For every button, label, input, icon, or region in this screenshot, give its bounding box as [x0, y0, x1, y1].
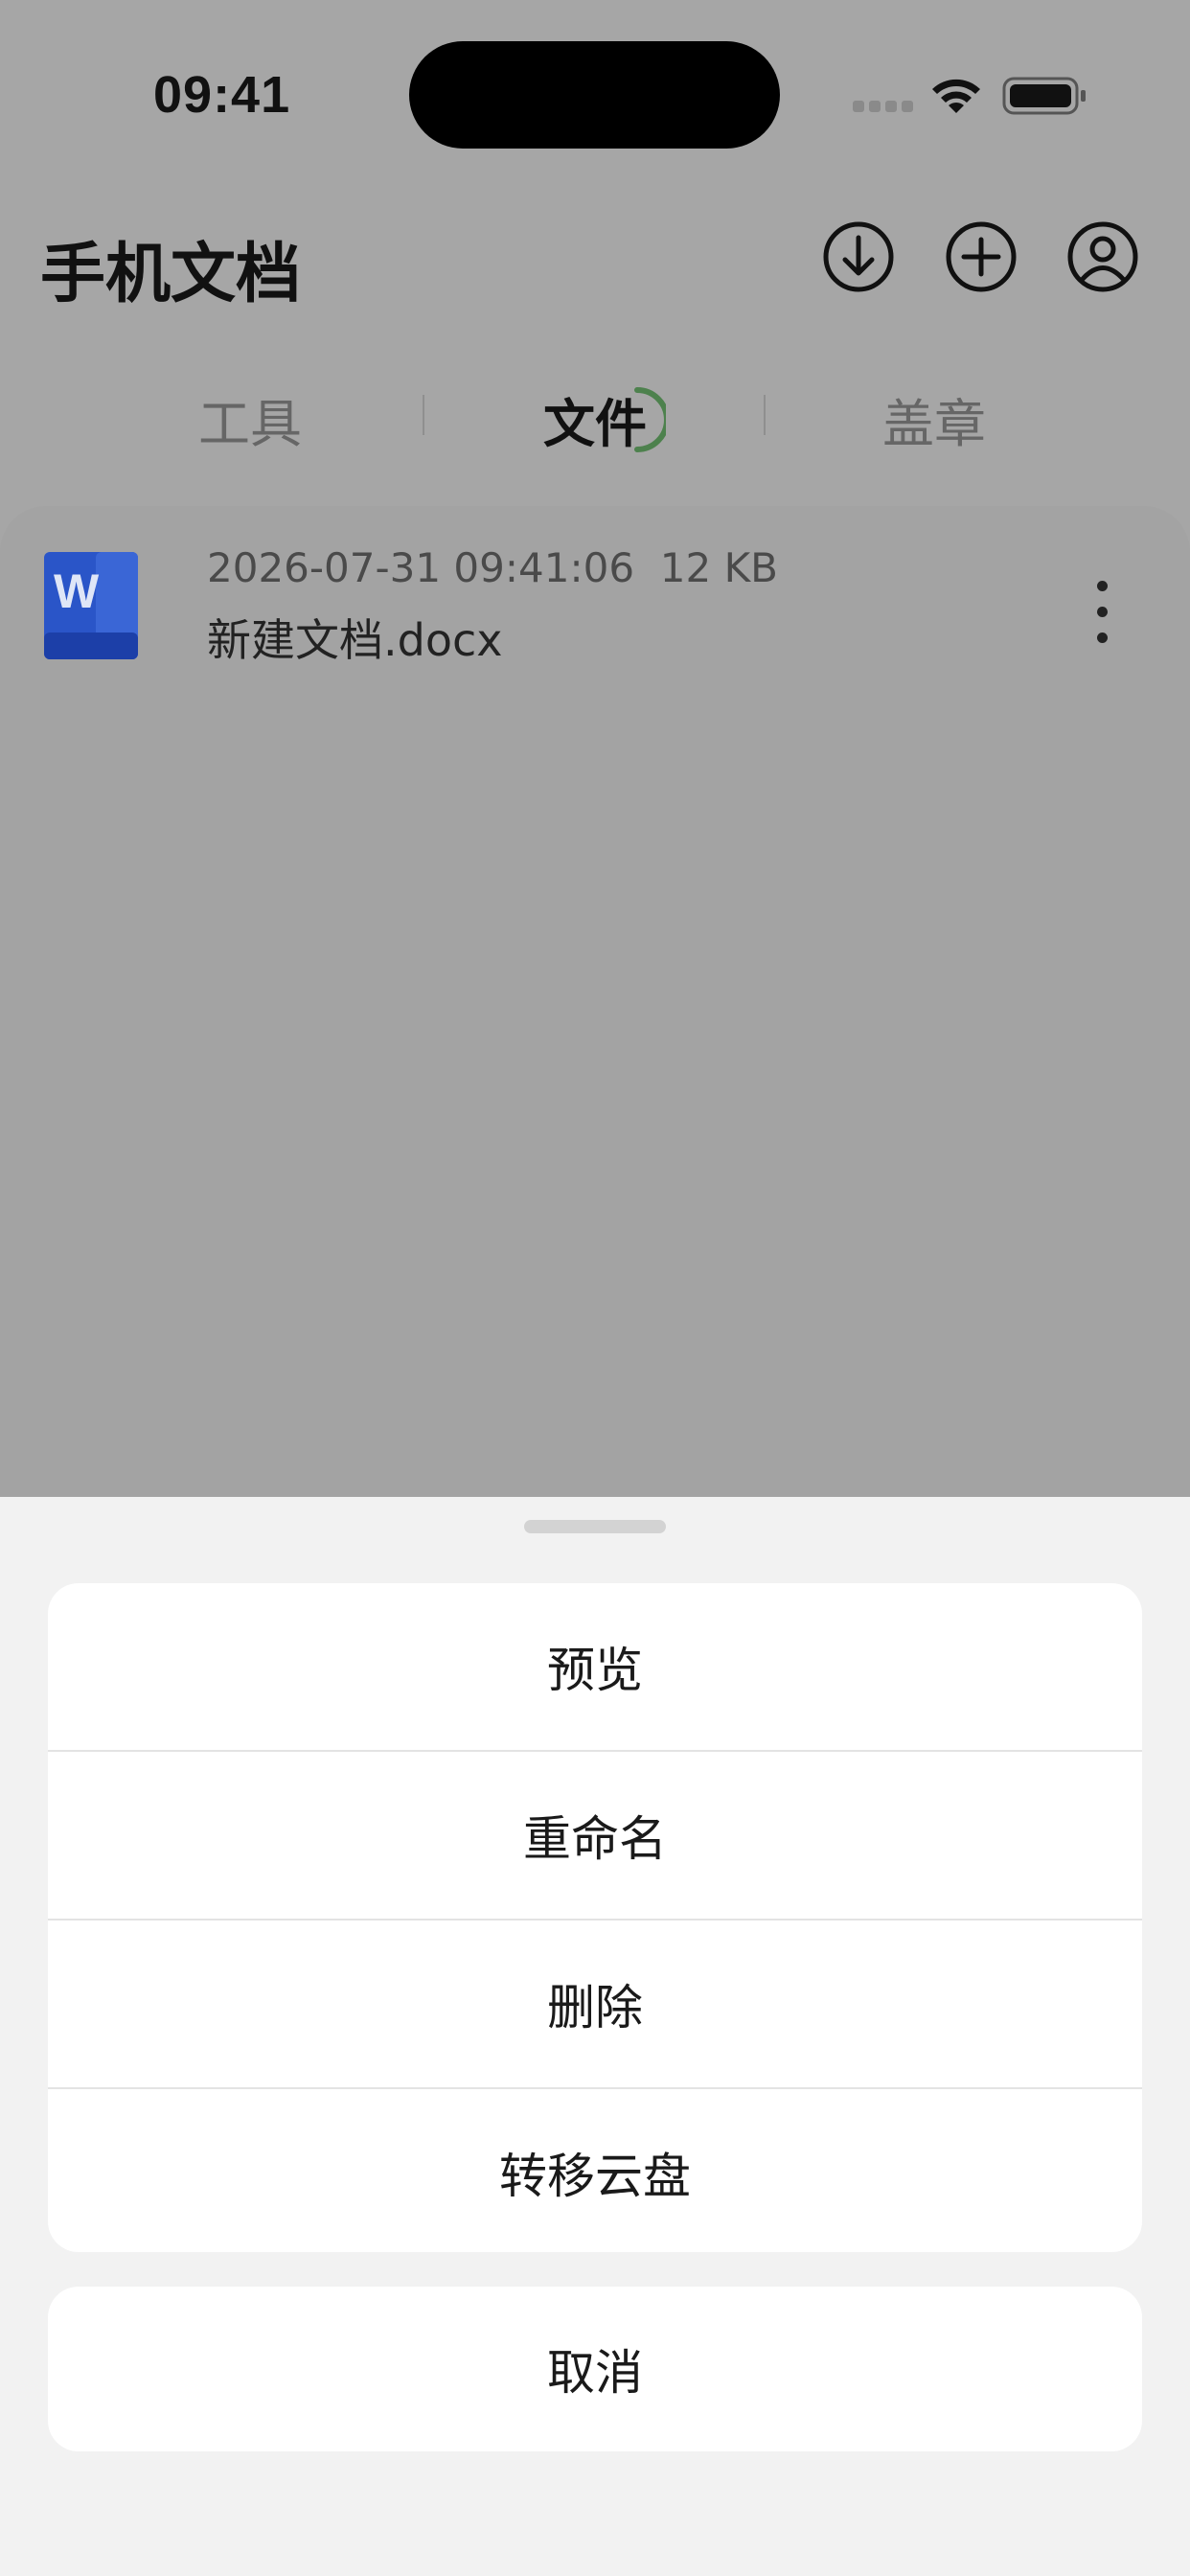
file-size: 12 KB [659, 544, 778, 591]
battery-icon [1002, 77, 1086, 115]
action-sheet: 预览 重命名 删除 转移云盘 取消 [0, 1497, 1190, 2576]
dynamic-island [409, 41, 780, 149]
download-circle-icon[interactable] [822, 220, 895, 293]
move-to-cloud-button[interactable]: 转移云盘 [48, 2089, 1142, 2252]
file-meta: 2026-07-31 09:41:06 12 KB [207, 544, 778, 591]
rename-button[interactable]: 重命名 [48, 1752, 1142, 1919]
active-tab-indicator-icon [634, 387, 666, 452]
file-list-item[interactable]: W 2026-07-31 09:41:06 12 KB 新建文档.docx [0, 506, 1190, 698]
delete-button[interactable]: 删除 [48, 1920, 1142, 2087]
more-options-icon[interactable] [1073, 569, 1131, 656]
tab-tools[interactable]: 工具 [126, 381, 375, 457]
cancel-button[interactable]: 取消 [48, 2287, 1142, 2451]
file-name: 新建文档.docx [207, 614, 503, 666]
file-modified-time: 2026-07-31 09:41:06 [207, 544, 635, 591]
status-time: 09:41 [153, 66, 291, 124]
svg-text:W: W [54, 564, 100, 618]
word-doc-icon: W [44, 552, 138, 659]
page-title: 手机文档 [40, 237, 302, 312]
tab-divider [423, 395, 424, 435]
tab-bar: 工具 文件 盖章 [0, 355, 1190, 479]
action-group: 预览 重命名 删除 转移云盘 [48, 1583, 1142, 2252]
app-header: 手机文档 [0, 192, 1190, 326]
tab-stamp[interactable]: 盖章 [810, 381, 1059, 457]
file-list: W 2026-07-31 09:41:06 12 KB 新建文档.docx [0, 506, 1190, 1503]
tab-divider [764, 395, 766, 435]
plus-circle-icon[interactable] [945, 220, 1018, 293]
cellular-signal-icon [853, 101, 914, 114]
wifi-icon [932, 79, 980, 113]
sheet-grabber[interactable] [524, 1520, 666, 1533]
user-circle-icon[interactable] [1066, 220, 1139, 293]
preview-button[interactable]: 预览 [48, 1583, 1142, 1750]
status-bar: 09:41 [0, 0, 1190, 192]
tab-files[interactable]: 文件 [470, 381, 720, 457]
